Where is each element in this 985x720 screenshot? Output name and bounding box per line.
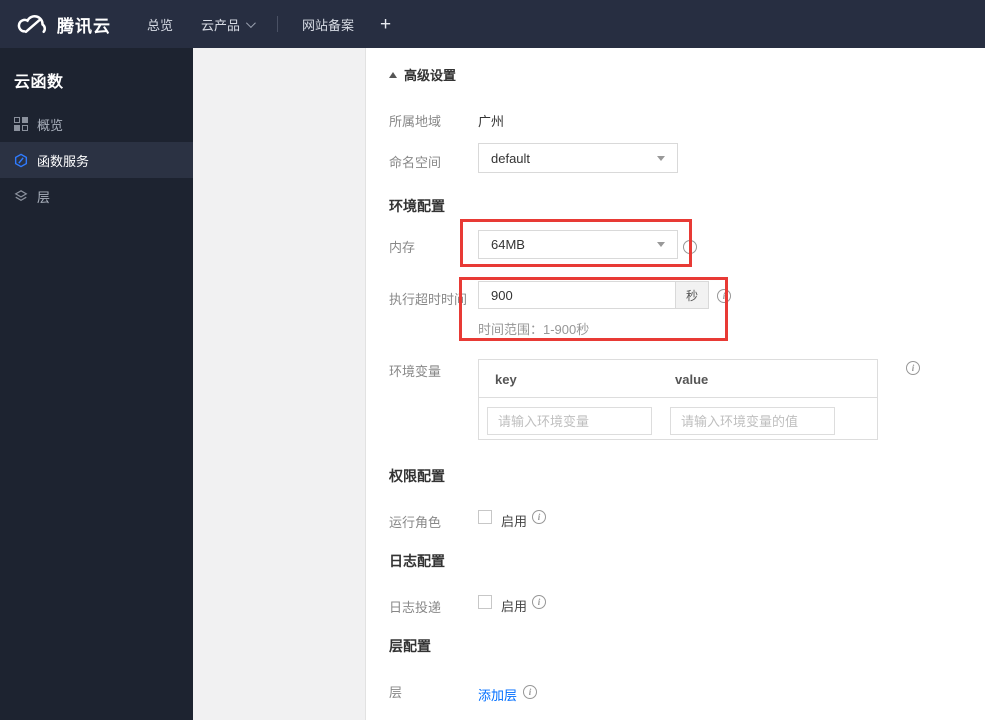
role-enable-checkbox[interactable] <box>478 510 492 524</box>
role-enable-label: 启用 <box>501 514 528 529</box>
log-enable-checkbox[interactable] <box>478 595 492 609</box>
nav-item-overview[interactable]: 总览 <box>147 15 173 34</box>
navbar-menu: 总览 云产品 网站备案 + <box>147 15 391 34</box>
env-vars-label: 环境变量 <box>389 364 442 379</box>
sidebar-item-function-service[interactable]: 函数服务 <box>0 142 193 178</box>
log-enable-label: 启用 <box>501 599 528 614</box>
nav-item-cloud-products[interactable]: 云产品 <box>201 15 256 34</box>
role-info-icon[interactable]: i <box>532 510 546 524</box>
memory-select[interactable]: 64MB <box>478 230 678 259</box>
sidebar: 云函数 概览 函数服务 层 <box>0 48 193 720</box>
env-value-input[interactable] <box>670 407 835 435</box>
timeout-input-group: 秒 <box>478 281 709 309</box>
env-value-header: value <box>675 372 709 387</box>
layers-icon <box>14 189 28 203</box>
secondary-panel <box>193 48 366 720</box>
env-key-header: key <box>495 372 517 387</box>
caret-down-icon <box>657 242 665 247</box>
caret-down-icon <box>657 155 665 161</box>
advanced-settings-toggle[interactable]: 高级设置 <box>389 65 456 84</box>
tencent-cloud-logo-icon <box>14 12 48 36</box>
nav-item-icp[interactable]: 网站备案 <box>302 15 354 34</box>
top-navbar: 腾讯云 总览 云产品 网站备案 + <box>0 0 985 48</box>
layer-label: 层 <box>389 685 403 700</box>
env-vars-table: key value <box>478 359 878 440</box>
sidebar-menu: 概览 函数服务 层 <box>0 106 193 214</box>
section-env-config: 环境配置 <box>389 198 445 214</box>
sidebar-item-layers[interactable]: 层 <box>0 178 193 214</box>
env-vars-table-header: key value <box>479 360 877 398</box>
memory-selected-value: 64MB <box>491 237 525 252</box>
sidebar-item-label: 函数服务 <box>37 153 90 169</box>
sidebar-title: 云函数 <box>14 74 64 91</box>
advanced-settings-label: 高级设置 <box>404 68 457 83</box>
nav-item-cloud-products-label: 云产品 <box>201 17 241 33</box>
add-layer-link[interactable]: 添加层 <box>478 685 517 704</box>
timeout-unit-suffix[interactable]: 秒 <box>675 282 708 308</box>
env-vars-info-icon[interactable]: i <box>906 361 920 375</box>
log-info-icon[interactable]: i <box>532 595 546 609</box>
memory-info-icon[interactable]: i <box>683 240 697 254</box>
timeout-label: 执行超时时间 <box>389 292 468 307</box>
layer-info-icon[interactable]: i <box>523 685 537 699</box>
nav-divider <box>277 16 279 32</box>
section-log-config: 日志配置 <box>389 553 445 569</box>
timeout-hint: 时间范围：1-900秒 <box>478 322 590 337</box>
log-delivery-label: 日志投递 <box>389 600 442 615</box>
section-perm-config: 权限配置 <box>389 468 445 484</box>
timeout-input[interactable] <box>479 282 675 308</box>
env-key-input[interactable] <box>487 407 652 435</box>
namespace-select[interactable]: default <box>478 143 678 173</box>
section-layer-config: 层配置 <box>389 638 431 654</box>
sidebar-item-label: 层 <box>37 189 51 205</box>
region-label: 所属地域 <box>389 114 442 129</box>
hexagon-function-icon <box>14 153 28 168</box>
namespace-selected-value: default <box>491 150 531 166</box>
chevron-down-icon <box>245 17 256 28</box>
timeout-info-icon[interactable]: i <box>717 289 731 303</box>
brand-logo[interactable]: 腾讯云 <box>14 12 111 37</box>
add-nav-tab-button[interactable]: + <box>380 15 391 34</box>
namespace-label: 命名空间 <box>389 155 442 170</box>
region-value: 广州 <box>478 114 505 129</box>
brand-name: 腾讯云 <box>57 16 111 36</box>
grid-icon <box>14 117 28 131</box>
sidebar-item-overview[interactable]: 概览 <box>0 106 193 142</box>
sidebar-item-label: 概览 <box>37 117 64 133</box>
collapse-triangle-icon <box>389 71 397 78</box>
role-label: 运行角色 <box>389 515 442 530</box>
settings-form: 高级设置 所属地域 广州 命名空间 default 环境配置 内存 64MB i… <box>367 48 985 720</box>
memory-label: 内存 <box>389 240 416 255</box>
